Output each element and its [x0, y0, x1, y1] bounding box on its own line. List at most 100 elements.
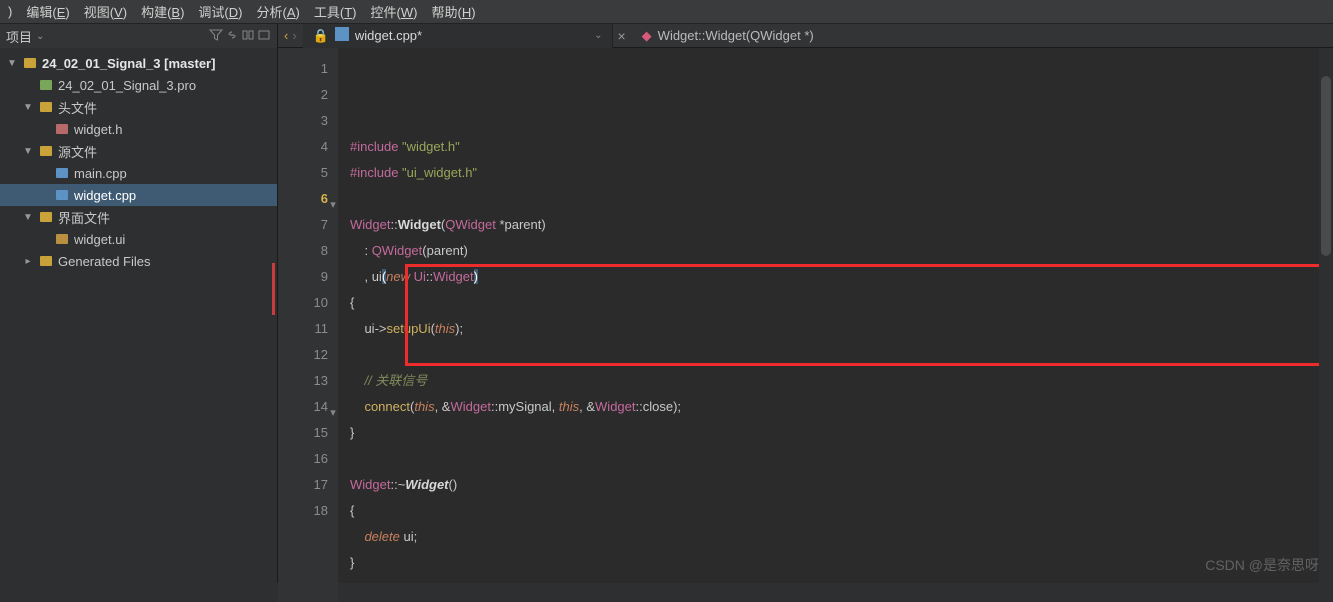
menu-item[interactable]: 工具(T)	[314, 2, 357, 21]
line-number: 5	[278, 160, 328, 186]
token: }	[350, 555, 354, 570]
token: }	[350, 425, 354, 440]
gutter: 12345▾678910111213▾1415161718	[278, 48, 338, 602]
h-icon	[54, 121, 70, 137]
tree-item[interactable]: widget.ui	[0, 228, 277, 250]
nav-fwd-icon[interactable]: ›	[292, 28, 296, 43]
menu-item[interactable]: 控件(W)	[371, 2, 418, 21]
tab-filename: widget.cpp*	[355, 28, 422, 43]
tree-item[interactable]: main.cpp	[0, 162, 277, 184]
code-line	[350, 186, 1333, 212]
token	[350, 243, 364, 258]
twisty-icon[interactable]: ▼	[22, 102, 34, 113]
token: , &	[435, 399, 451, 414]
token: "widget.h"	[402, 139, 460, 154]
cpp-icon	[54, 187, 70, 203]
twisty-icon[interactable]: ▼	[22, 146, 34, 157]
line-number: 9	[278, 264, 328, 290]
file-tab[interactable]: 🔒 widget.cpp* ⌄	[303, 24, 614, 48]
tree-item[interactable]: 24_02_01_Signal_3.pro	[0, 74, 277, 96]
token: ui	[372, 269, 382, 284]
line-number: 14	[278, 394, 328, 420]
twisty-icon[interactable]: ▼	[6, 58, 18, 69]
main: 项目 ⌄ ▼24_02_01_Signal_3 [master]24_02_01…	[0, 24, 1333, 583]
token: parent	[427, 243, 464, 258]
token: Ui	[414, 269, 426, 284]
ui-icon	[54, 231, 70, 247]
menu-item[interactable]: 编辑(E)	[26, 2, 69, 21]
token: setupUi	[387, 321, 431, 336]
scrollbar-thumb[interactable]	[1321, 76, 1331, 256]
code-line	[350, 446, 1333, 472]
token: delete	[364, 529, 399, 544]
scrollbar[interactable]	[1319, 48, 1333, 602]
code-line: }	[350, 550, 1333, 576]
menu-item[interactable]: 帮助(H)	[431, 2, 475, 21]
menu-item[interactable]: )	[8, 4, 12, 19]
tree-item[interactable]: ▼头文件	[0, 96, 277, 118]
tree-label: 24_02_01_Signal_3 [master]	[42, 56, 215, 71]
filter-icon[interactable]	[209, 28, 223, 45]
token: );	[455, 321, 463, 336]
line-number: 12	[278, 342, 328, 368]
token: ui	[404, 529, 414, 544]
line-number: 1	[278, 56, 328, 82]
code-line: Widget::~Widget()	[350, 472, 1333, 498]
tab-bar: ‹ › 🔒 widget.cpp* ⌄ × ◆ Widget::Widget(Q…	[278, 24, 1333, 48]
line-number: 13	[278, 368, 328, 394]
code-line	[350, 342, 1333, 368]
token: ::	[390, 217, 397, 232]
token: )	[474, 269, 478, 284]
twisty-icon[interactable]: ▼	[22, 212, 34, 223]
menu-item[interactable]: 构建(B)	[141, 2, 184, 21]
code-line: , ui(new Ui::Widget)	[350, 264, 1333, 290]
menu-item[interactable]: 视图(V)	[84, 2, 127, 21]
project-tree: ▼ 24_02_01_Signal_3 [master] 24_02_01_Sign…	[0, 48, 277, 276]
token: this	[435, 321, 455, 336]
nav-back-icon[interactable]: ‹	[284, 28, 288, 43]
tree-item[interactable]: ▸Generated Files	[0, 250, 277, 272]
tree-item[interactable]: ▼源文件	[0, 140, 277, 162]
breadcrumb[interactable]: ◆ Widget::Widget(QWidget *)	[634, 28, 822, 44]
split-icon[interactable]	[241, 28, 255, 45]
token: close	[643, 399, 673, 414]
breadcrumb-text: Widget::Widget(QWidget *)	[658, 28, 814, 43]
token: ui	[364, 321, 374, 336]
token: new	[386, 269, 410, 284]
menu-item[interactable]: 分析(A)	[257, 2, 300, 21]
expand-icon[interactable]	[257, 28, 271, 45]
tree-label: widget.ui	[74, 232, 125, 247]
token: {	[350, 295, 354, 310]
token: ->	[375, 321, 387, 336]
token: );	[673, 399, 681, 414]
token: "ui_widget.h"	[402, 165, 477, 180]
line-number: 2	[278, 82, 328, 108]
line-number: 6	[278, 186, 328, 212]
dropdown-icon[interactable]: ⌄	[36, 31, 44, 42]
code-content[interactable]: #include "widget.h"#include "ui_widget.h…	[338, 48, 1333, 602]
link-icon[interactable]	[225, 28, 239, 45]
code-line: }	[350, 420, 1333, 446]
token: Widget	[433, 269, 473, 284]
folder-icon	[38, 253, 54, 269]
twisty-icon[interactable]: ▸	[22, 256, 34, 267]
watermark: CSDN @是奈思呀	[1205, 555, 1319, 575]
tree-item[interactable]: ▼ 24_02_01_Signal_3 [master]	[0, 52, 277, 74]
token: QWidget	[372, 243, 423, 258]
dropdown-icon[interactable]: ⌄	[594, 30, 602, 41]
tree-item[interactable]: ▼界面文件	[0, 206, 277, 228]
token: ,	[364, 269, 371, 284]
close-tab-icon[interactable]: ×	[613, 28, 629, 44]
line-number: 11	[278, 316, 328, 342]
tree-label: main.cpp	[74, 166, 127, 181]
token: , &	[579, 399, 595, 414]
tree-item[interactable]: widget.cpp	[0, 184, 277, 206]
tree-label: 24_02_01_Signal_3.pro	[58, 78, 196, 93]
token	[350, 529, 364, 544]
menu-item[interactable]: 调试(D)	[198, 2, 242, 21]
token	[350, 321, 364, 336]
line-number: 16	[278, 446, 328, 472]
menu-bar: ) 编辑(E) 视图(V) 构建(B) 调试(D) 分析(A) 工具(T) 控件(W) 帮助(H…	[0, 0, 1333, 24]
diamond-icon: ◆	[642, 28, 652, 44]
tree-item[interactable]: widget.h	[0, 118, 277, 140]
